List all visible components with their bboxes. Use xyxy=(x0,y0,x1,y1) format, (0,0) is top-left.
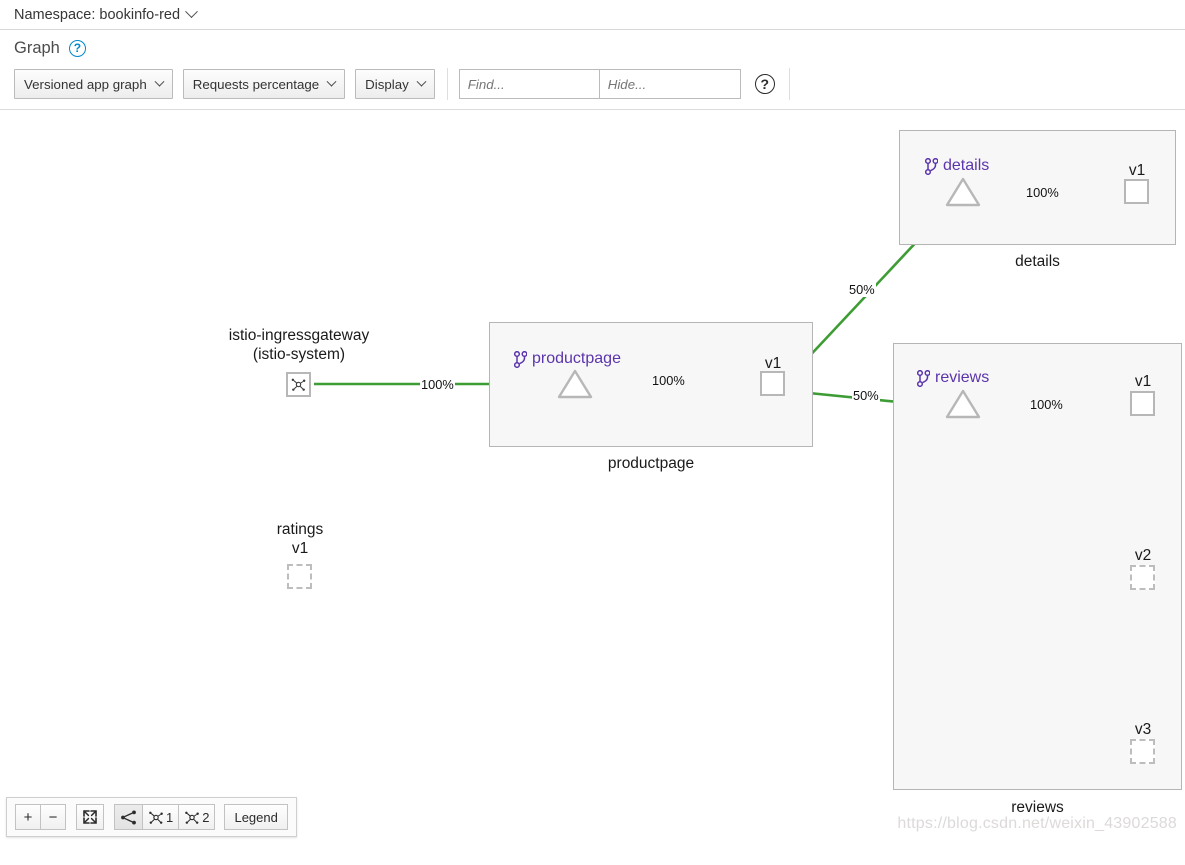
app-label-productpage: productpage xyxy=(514,350,621,368)
topology-icon xyxy=(291,378,306,391)
hide-input[interactable] xyxy=(599,69,741,99)
find-hide-help-icon[interactable]: ? xyxy=(754,74,775,94)
app-label-text: details xyxy=(943,157,990,174)
layout-service-nodes-1-button[interactable]: 1 xyxy=(142,804,180,830)
chevron-down-icon xyxy=(185,5,198,19)
expand-icon xyxy=(83,810,97,824)
edge-label-productpage-to-reviews: 50% xyxy=(852,388,880,404)
graph-type-select[interactable]: Versioned app graph xyxy=(14,69,173,99)
share-topology-icon xyxy=(121,810,136,824)
fit-button-group xyxy=(76,804,104,830)
graph-type-label: Versioned app graph xyxy=(24,76,147,92)
zoom-in-button[interactable]: + xyxy=(15,804,41,830)
layout-1-label: 1 xyxy=(166,809,174,825)
node-productpage-service[interactable] xyxy=(556,368,594,405)
layout-topology-button[interactable] xyxy=(114,804,143,830)
toolbar-divider-2 xyxy=(788,68,790,100)
app-label-details: details xyxy=(925,157,989,175)
node-reviews-v2[interactable] xyxy=(1130,565,1155,590)
display-menu-button[interactable]: Display xyxy=(355,69,435,99)
node-details-service[interactable] xyxy=(944,176,982,213)
code-branch-icon xyxy=(917,369,930,387)
node-label-ingressgateway-line1: istio-ingressgateway xyxy=(228,327,370,344)
node-label-ratings-line1: ratings xyxy=(276,521,324,538)
app-label-text: reviews xyxy=(935,369,990,386)
group-label-productpage: productpage xyxy=(607,455,695,472)
topology-icon xyxy=(185,811,200,824)
node-productpage-v1[interactable] xyxy=(760,371,785,396)
node-label-details-v1: v1 xyxy=(1128,162,1146,179)
page-header: Graph ? xyxy=(0,30,1185,62)
question-circle-icon[interactable]: ? xyxy=(68,39,86,57)
edge-label-ingress-to-productpage: 100% xyxy=(420,377,455,393)
zoom-button-group: + − xyxy=(15,804,66,830)
app-label-text: productpage xyxy=(532,350,621,367)
topology-icon xyxy=(149,811,163,824)
edge-label-reviews-svc-to-v1: 100% xyxy=(1029,397,1064,413)
node-label-ingressgateway-line2: (istio-system) xyxy=(252,346,346,363)
graph-toolbar: Versioned app graph Requests percentage … xyxy=(0,62,1185,110)
zoom-out-button[interactable]: − xyxy=(40,804,66,830)
legend-button[interactable]: Legend xyxy=(224,804,288,830)
node-reviews-service[interactable] xyxy=(944,388,982,425)
edge-label-details-svc-to-v1: 100% xyxy=(1025,185,1060,201)
namespace-bar: Namespace: bookinfo-red xyxy=(0,0,1185,30)
node-istio-ingressgateway[interactable] xyxy=(286,372,311,397)
edge-labels-select[interactable]: Requests percentage xyxy=(182,69,346,99)
edge-labels-label: Requests percentage xyxy=(192,76,320,92)
toolbar-divider xyxy=(446,68,448,100)
node-label-reviews-v2: v2 xyxy=(1134,547,1152,564)
node-reviews-v3[interactable] xyxy=(1130,739,1155,764)
code-branch-icon xyxy=(514,350,527,368)
namespace-selector[interactable]: Namespace: bookinfo-red xyxy=(14,5,198,23)
find-input[interactable] xyxy=(458,69,600,99)
chevron-down-icon xyxy=(416,76,427,87)
app-label-reviews: reviews xyxy=(917,369,989,387)
watermark: https://blog.csdn.net/weixin_43902588 xyxy=(897,815,1177,832)
node-label-reviews-v1: v1 xyxy=(1134,373,1152,390)
node-label-reviews-v3: v3 xyxy=(1134,721,1152,738)
group-label-details: details xyxy=(1015,253,1060,270)
graph-canvas[interactable]: productpage v1 100% productpage details … xyxy=(0,110,1185,841)
graph-controls-toolbar: + − 1 2 Legend xyxy=(6,797,297,837)
node-details-v1[interactable] xyxy=(1124,179,1149,204)
code-branch-icon xyxy=(925,157,938,175)
node-reviews-v1[interactable] xyxy=(1130,391,1155,416)
fit-to-screen-button[interactable] xyxy=(76,804,104,830)
edge-label-productpage-to-details: 50% xyxy=(848,282,876,298)
display-menu-label: Display xyxy=(365,76,409,92)
layout-button-group: 1 2 xyxy=(114,804,216,830)
page-title: Graph xyxy=(14,38,60,57)
layout-2-label: 2 xyxy=(202,809,210,825)
chevron-down-icon xyxy=(326,76,337,87)
namespace-label: Namespace: bookinfo-red xyxy=(14,6,181,23)
chevron-down-icon xyxy=(154,76,165,87)
node-ratings-v1[interactable] xyxy=(287,564,312,589)
layout-service-nodes-2-button[interactable]: 2 xyxy=(178,804,216,830)
node-label-ratings-line2: v1 xyxy=(291,540,309,557)
edge-label-productpage-svc-to-v1: 100% xyxy=(651,373,686,389)
